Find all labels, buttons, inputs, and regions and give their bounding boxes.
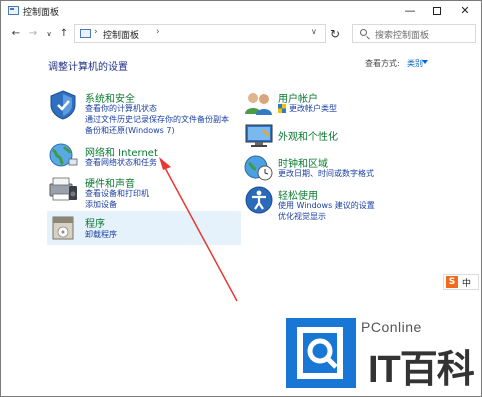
sogou-icon: S <box>446 276 458 288</box>
watermark-pconline-text: PConline <box>361 319 422 335</box>
watermark-it-baike-text: IT百科 <box>368 349 475 391</box>
control-panel-window: 控制面板 — ✕ ← → ∨ ↑ › 控制面板 › ∨ ↻ 搜索控制面板 调整计… <box>0 0 482 397</box>
ime-indicator[interactable]: S 中 <box>443 274 479 290</box>
pconline-watermark: PConline IT百科 <box>286 318 476 391</box>
pconline-logo-icon <box>286 318 356 388</box>
ime-language-label: 中 <box>462 279 472 289</box>
